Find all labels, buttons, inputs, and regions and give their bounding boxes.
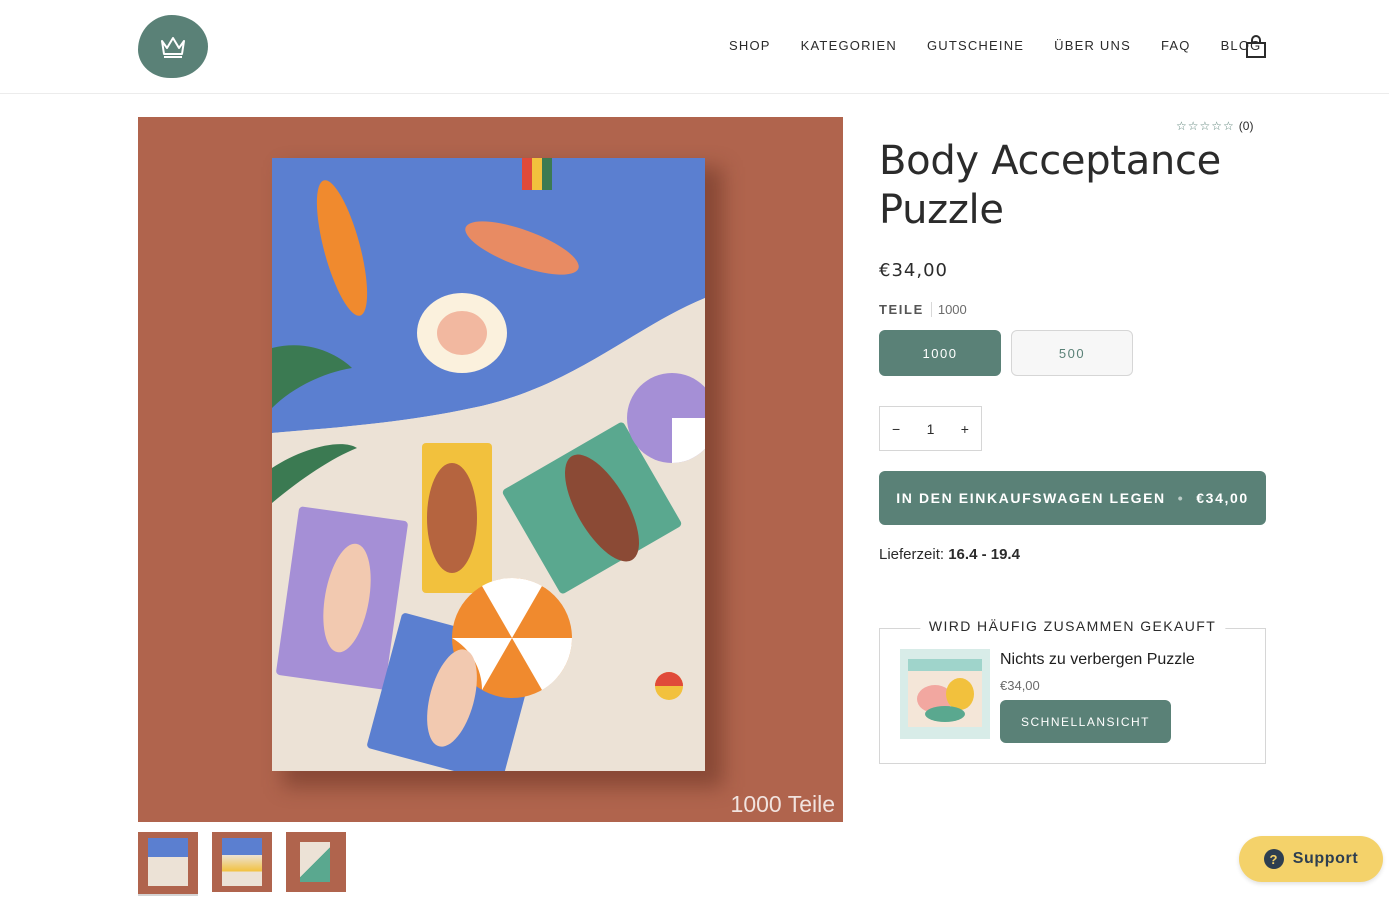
frequently-bought-together: WIRD HÄUFIG ZUSAMMEN GEKAUFT Nichts zu v…: [879, 618, 1266, 764]
add-to-cart-price: €34,00: [1196, 490, 1249, 506]
question-circle-icon: ?: [1263, 849, 1284, 869]
product-main-image[interactable]: 1000 Teile: [138, 117, 843, 822]
bundle-product-price: €34,00: [1000, 678, 1040, 693]
add-to-cart-separator: •: [1177, 490, 1185, 506]
variant-label-name: TEILE: [879, 302, 932, 317]
main-nav: SHOP KATEGORIEN GUTSCHEINE ÜBER UNS FAQ …: [729, 38, 1292, 53]
product-rating[interactable]: ☆☆☆☆☆ (0): [1176, 119, 1253, 133]
variant-label-value: 1000: [937, 302, 967, 317]
site-logo[interactable]: [138, 15, 208, 78]
nav-shop[interactable]: SHOP: [729, 38, 771, 53]
qty-input[interactable]: 1: [927, 421, 935, 437]
nav-ueber-uns[interactable]: ÜBER UNS: [1054, 38, 1131, 53]
product-price: €34,00: [879, 260, 948, 281]
crown-icon: [161, 36, 185, 58]
image-caption: 1000 Teile: [730, 791, 835, 817]
support-button[interactable]: ? Support: [1239, 836, 1383, 882]
thumbnail-strip: [138, 832, 360, 896]
nav-kategorien[interactable]: KATEGORIEN: [801, 38, 897, 53]
quickview-button[interactable]: SCHNELLANSICHT: [1000, 700, 1171, 743]
shopping-bag-icon[interactable]: [1245, 35, 1267, 59]
add-to-cart-label: IN DEN EINKAUFSWAGEN LEGEN: [896, 490, 1166, 506]
add-to-cart-button[interactable]: IN DEN EINKAUFSWAGEN LEGEN • €34,00: [879, 471, 1266, 525]
site-header: SHOP KATEGORIEN GUTSCHEINE ÜBER UNS FAQ …: [0, 0, 1389, 94]
bundle-title: WIRD HÄUFIG ZUSAMMEN GEKAUFT: [919, 618, 1226, 634]
variant-option-1000[interactable]: 1000: [879, 330, 1001, 376]
thumbnail-2[interactable]: [212, 832, 272, 892]
thumbnail-3[interactable]: [286, 832, 346, 892]
thumbnail-1[interactable]: [138, 832, 198, 896]
nav-gutscheine[interactable]: GUTSCHEINE: [927, 38, 1024, 53]
product-title: Body Acceptance Puzzle: [879, 138, 1221, 233]
qty-decrease-button[interactable]: −: [892, 421, 900, 437]
delivery-time: Lieferzeit: 16.4 - 19.4: [879, 546, 1020, 563]
bundle-product-image[interactable]: [900, 649, 990, 739]
variant-label: TEILE 1000: [879, 302, 967, 317]
nav-faq[interactable]: FAQ: [1161, 38, 1191, 53]
support-label: Support: [1292, 850, 1359, 867]
quantity-stepper: − 1 +: [879, 406, 982, 451]
variant-option-500[interactable]: 500: [1011, 330, 1133, 376]
star-rating-icon: ☆☆☆☆☆: [1176, 119, 1235, 133]
delivery-value: 16.4 - 19.4: [948, 546, 1020, 563]
delivery-label: Lieferzeit:: [879, 546, 945, 563]
puzzle-artwork: [272, 158, 705, 771]
qty-increase-button[interactable]: +: [961, 421, 969, 437]
bundle-product-name[interactable]: Nichts zu verbergen Puzzle: [1000, 651, 1195, 669]
rating-count: (0): [1238, 119, 1254, 133]
